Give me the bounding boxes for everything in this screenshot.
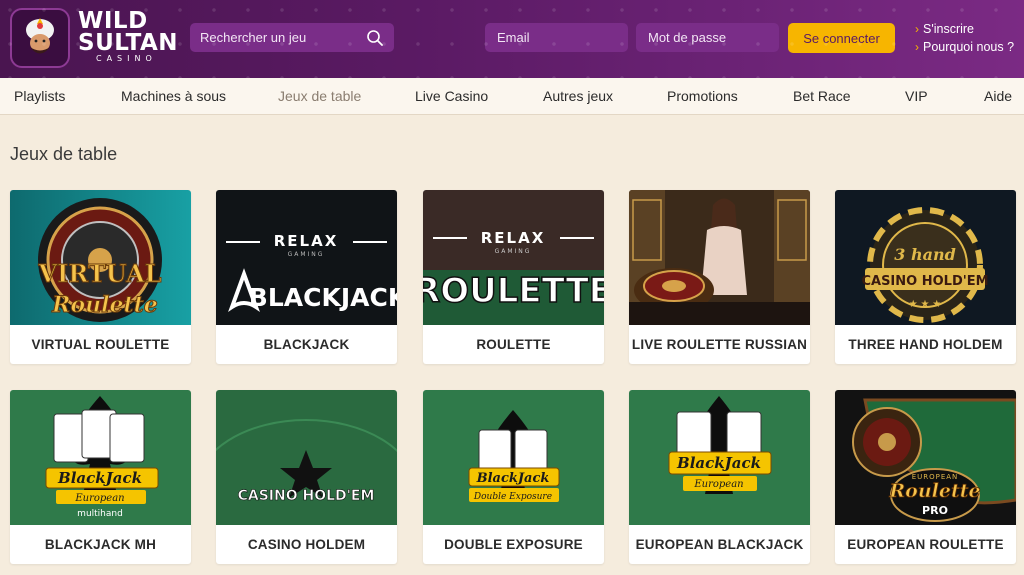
game-card-three-hand-holdem[interactable]: 3 hand CASINO HOLD'EM ★ ★ ★ THREE HAND H… <box>835 190 1016 364</box>
sultan-logo-icon[interactable] <box>10 8 70 68</box>
nav-item-other-games[interactable]: Autres jeux <box>543 88 613 104</box>
game-thumbnail[interactable]: BlackJack Double Exposure <box>423 390 604 525</box>
art-title: BLACKJACK <box>249 283 397 312</box>
game-title[interactable]: EUROPEAN BLACKJACK <box>629 525 810 564</box>
nav-item-vip[interactable]: VIP <box>905 88 928 104</box>
art-brand: RELAX <box>481 229 546 247</box>
art-title: CASINO HOLD'EM <box>238 488 375 504</box>
game-thumbnail[interactable]: RELAX GAMING ROULETTE <box>423 190 604 325</box>
game-thumbnail[interactable]: VIRTUAL Roulette <box>10 190 191 325</box>
art-title: CASINO HOLD'EM <box>861 274 988 289</box>
game-thumbnail[interactable]: EUROPEAN Roulette PRO <box>835 390 1016 525</box>
game-card-casino-holdem[interactable]: CASINO HOLD'EM CASINO HOLDEM <box>216 390 397 564</box>
art-subtitle: 3 hand <box>894 245 956 264</box>
art-brand-sub: GAMING <box>495 248 532 255</box>
game-title[interactable]: THREE HAND HOLDEM <box>835 325 1016 364</box>
game-title[interactable]: EUROPEAN ROULETTE <box>835 525 1016 564</box>
main-nav: Playlists Machines à sous Jeux de table … <box>0 78 1024 115</box>
game-title[interactable]: ROULETTE <box>423 325 604 364</box>
game-thumbnail[interactable]: 3 hand CASINO HOLD'EM ★ ★ ★ <box>835 190 1016 325</box>
nav-item-promotions[interactable]: Promotions <box>667 88 738 104</box>
game-card-roulette[interactable]: RELAX GAMING ROULETTE ROULETTE <box>423 190 604 364</box>
section-title: Jeux de table <box>10 144 118 164</box>
game-card-blackjack[interactable]: RELAX GAMING BLACKJACK BLACKJACK <box>216 190 397 364</box>
art-subtitle: Double Exposure <box>473 492 552 502</box>
signup-link-label: S'inscrire <box>923 22 975 36</box>
game-title[interactable]: LIVE ROULETTE RUSSIAN <box>629 325 810 364</box>
nav-item-bet-race[interactable]: Bet Race <box>793 88 851 104</box>
nav-item-slots[interactable]: Machines à sous <box>121 88 226 104</box>
game-title[interactable]: CASINO HOLDEM <box>216 525 397 564</box>
search-placeholder: Rechercher un jeu <box>200 30 307 45</box>
logo-line-1: WILD <box>78 8 148 34</box>
art-subtitle: PRO <box>922 504 948 517</box>
game-card-live-roulette-russian[interactable]: LIVE ROULETTE RUSSIAN <box>629 190 810 364</box>
login-button[interactable]: Se connecter <box>788 23 895 53</box>
game-thumbnail[interactable]: CASINO HOLD'EM <box>216 390 397 525</box>
header: WILD SULTAN CASINO Rechercher un jeu Ema… <box>0 0 1024 78</box>
logo-line-2: SULTAN <box>78 30 179 56</box>
art-caption: multihand <box>77 509 123 519</box>
art-subtitle: European <box>693 479 743 490</box>
game-card-double-exposure[interactable]: BlackJack Double Exposure DOUBLE EXPOSUR… <box>423 390 604 564</box>
game-title[interactable]: BLACKJACK <box>216 325 397 364</box>
why-us-link[interactable]: › Pourquoi nous ? <box>915 38 1014 56</box>
signup-link[interactable]: › S'inscrire <box>915 20 1014 38</box>
email-placeholder: Email <box>497 30 530 45</box>
game-card-european-blackjack[interactable]: BlackJack European EUROPEAN BLACKJACK <box>629 390 810 564</box>
search-icon[interactable] <box>366 29 384 47</box>
game-thumbnail[interactable]: BlackJack European <box>629 390 810 525</box>
art-subtitle: Roulette <box>51 292 158 318</box>
game-card-virtual-roulette[interactable]: VIRTUAL Roulette VIRTUAL ROULETTE <box>10 190 191 364</box>
game-title[interactable]: DOUBLE EXPOSURE <box>423 525 604 564</box>
art-title: BlackJack <box>676 454 761 472</box>
chevron-right-icon: › <box>915 40 919 54</box>
game-title[interactable]: VIRTUAL ROULETTE <box>10 325 191 364</box>
art-brand: RELAX <box>274 232 339 250</box>
nav-item-help[interactable]: Aide <box>984 88 1012 104</box>
game-thumbnail[interactable]: RELAX GAMING BLACKJACK <box>216 190 397 325</box>
search-input[interactable]: Rechercher un jeu <box>190 23 394 52</box>
nav-item-live-casino[interactable]: Live Casino <box>415 88 488 104</box>
art-title: ROULETTE <box>423 271 604 311</box>
password-placeholder: Mot de passe <box>648 30 727 45</box>
stars-icon: ★ ★ ★ <box>909 299 941 310</box>
game-card-european-roulette[interactable]: EUROPEAN Roulette PRO EUROPEAN ROULETTE <box>835 390 1016 564</box>
art-brand-sub: GAMING <box>288 251 325 258</box>
why-us-link-label: Pourquoi nous ? <box>923 40 1015 54</box>
game-thumbnail[interactable] <box>629 190 810 325</box>
game-card-blackjack-mh[interactable]: BlackJack European multihand BLACKJACK M… <box>10 390 191 564</box>
game-title[interactable]: BLACKJACK MH <box>10 525 191 564</box>
brand-logo[interactable]: WILD SULTAN CASINO <box>78 10 178 64</box>
art-title: Roulette <box>888 480 980 502</box>
art-title: BlackJack <box>57 469 142 487</box>
password-field[interactable]: Mot de passe <box>636 23 779 52</box>
chevron-right-icon: › <box>915 22 919 36</box>
nav-item-table-games[interactable]: Jeux de table <box>278 88 361 104</box>
art-title: VIRTUAL <box>38 259 162 288</box>
nav-item-playlists[interactable]: Playlists <box>14 88 65 104</box>
header-links: › S'inscrire › Pourquoi nous ? <box>915 20 1014 56</box>
game-thumbnail[interactable]: BlackJack European multihand <box>10 390 191 525</box>
art-subtitle: European <box>74 493 124 504</box>
email-field[interactable]: Email <box>485 23 628 52</box>
art-title: BlackJack <box>476 471 550 486</box>
